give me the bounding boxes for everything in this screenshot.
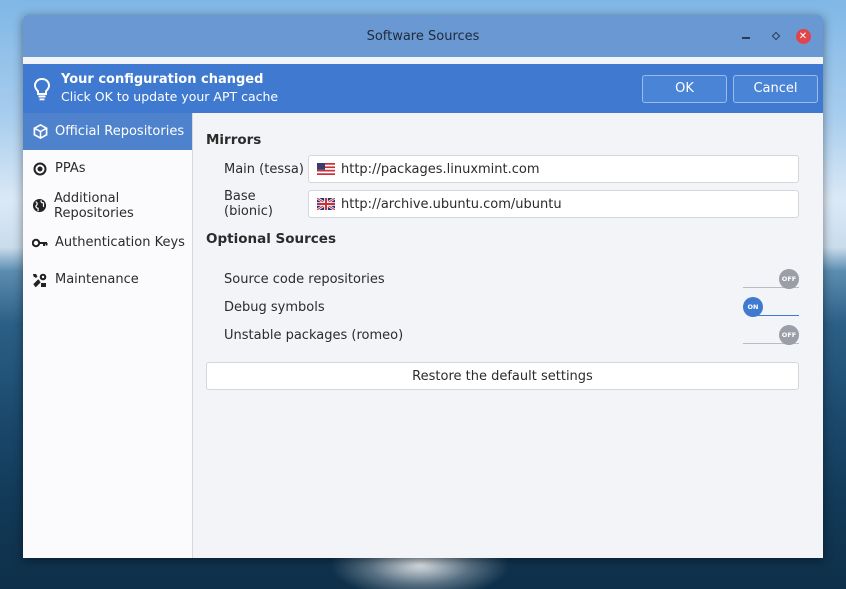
toggle-track: [753, 315, 799, 316]
cancel-button[interactable]: Cancel: [733, 74, 818, 103]
software-sources-window: Software Sources ✕ Your configuration ch…: [23, 15, 823, 558]
maximize-icon: [771, 31, 781, 41]
main-mirror-row: Main (tessa) http://packages.linuxmint.c…: [224, 155, 799, 183]
restore-defaults-button[interactable]: Restore the default settings: [206, 362, 799, 390]
source-code-toggle[interactable]: OFF: [743, 268, 799, 290]
unstable-packages-label: Unstable packages (romeo): [224, 327, 404, 343]
base-mirror-row: Base (bionic) http://archive.ubuntu.com/…: [224, 189, 799, 219]
base-mirror-button[interactable]: http://archive.ubuntu.com/ubuntu: [308, 190, 799, 218]
toggle-knob: OFF: [779, 269, 799, 289]
source-code-label: Source code repositories: [224, 271, 385, 287]
toggle-knob: ON: [743, 297, 763, 317]
official-repositories-panel: Mirrors Main (tessa) http://packages.lin…: [194, 113, 823, 558]
ok-button[interactable]: OK: [642, 74, 727, 103]
sidebar-item-authentication-keys[interactable]: Authentication Keys: [23, 224, 192, 261]
lightbulb-icon: [23, 77, 61, 101]
debug-symbols-label: Debug symbols: [224, 299, 325, 315]
sidebar-item-ppas[interactable]: PPAs: [23, 150, 192, 187]
close-icon: ✕: [795, 28, 811, 44]
sidebar-item-label: PPAs: [55, 161, 86, 176]
optional-sources-heading: Optional Sources: [206, 231, 337, 247]
close-button[interactable]: ✕: [795, 15, 811, 57]
debug-symbols-toggle[interactable]: ON: [743, 296, 799, 318]
minimize-button[interactable]: [739, 15, 753, 57]
tools-icon: [32, 272, 48, 288]
main-mirror-url: http://packages.linuxmint.com: [341, 161, 540, 177]
infobar-title: Your configuration changed: [61, 72, 264, 87]
package-icon: [32, 124, 48, 140]
minimize-icon: [742, 37, 750, 39]
sidebar-item-label: Maintenance: [55, 272, 139, 287]
unstable-packages-toggle[interactable]: OFF: [743, 324, 799, 346]
debug-symbols-row: Debug symbols ON: [224, 294, 799, 320]
sidebar-item-additional-repositories[interactable]: Additional Repositories: [23, 187, 192, 224]
unstable-packages-row: Unstable packages (romeo) OFF: [224, 322, 799, 348]
sidebar: Official Repositories PPAs Additional Re…: [23, 113, 193, 558]
base-mirror-label: Base (bionic): [224, 189, 273, 219]
window-title: Software Sources: [366, 28, 480, 44]
sidebar-item-maintenance[interactable]: Maintenance: [23, 261, 192, 298]
us-flag-icon: [317, 163, 335, 175]
mirrors-heading: Mirrors: [206, 132, 262, 148]
config-changed-infobar: Your configuration changed Click OK to u…: [23, 64, 823, 113]
infobar-subtitle: Click OK to update your APT cache: [61, 89, 279, 104]
main-mirror-button[interactable]: http://packages.linuxmint.com: [308, 155, 799, 183]
ppa-icon: [32, 161, 48, 177]
sidebar-item-label: Additional Repositories: [54, 190, 134, 221]
key-icon: [32, 235, 48, 251]
maximize-button[interactable]: [769, 15, 783, 57]
globe-icon: [32, 198, 47, 214]
sidebar-item-label: Official Repositories: [55, 124, 185, 139]
source-code-row: Source code repositories OFF: [224, 266, 799, 292]
toggle-knob: OFF: [779, 325, 799, 345]
base-mirror-url: http://archive.ubuntu.com/ubuntu: [341, 196, 562, 212]
uk-flag-icon: [316, 196, 336, 212]
titlebar[interactable]: Software Sources ✕: [23, 15, 823, 57]
main-mirror-label: Main (tessa): [224, 161, 304, 177]
sidebar-item-label: Authentication Keys: [55, 235, 185, 250]
sidebar-item-official-repositories[interactable]: Official Repositories: [23, 113, 192, 150]
